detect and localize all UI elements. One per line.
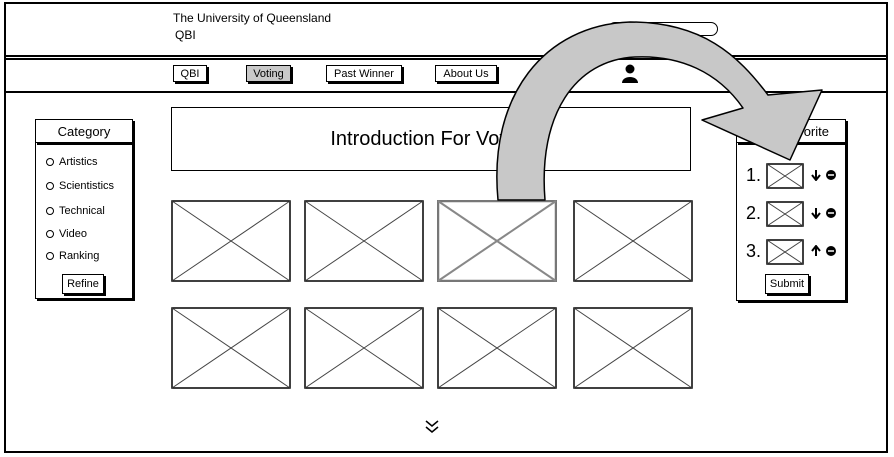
drag-arrow-annotation	[496, 21, 823, 201]
double-chevron-down-icon[interactable]	[424, 419, 440, 435]
